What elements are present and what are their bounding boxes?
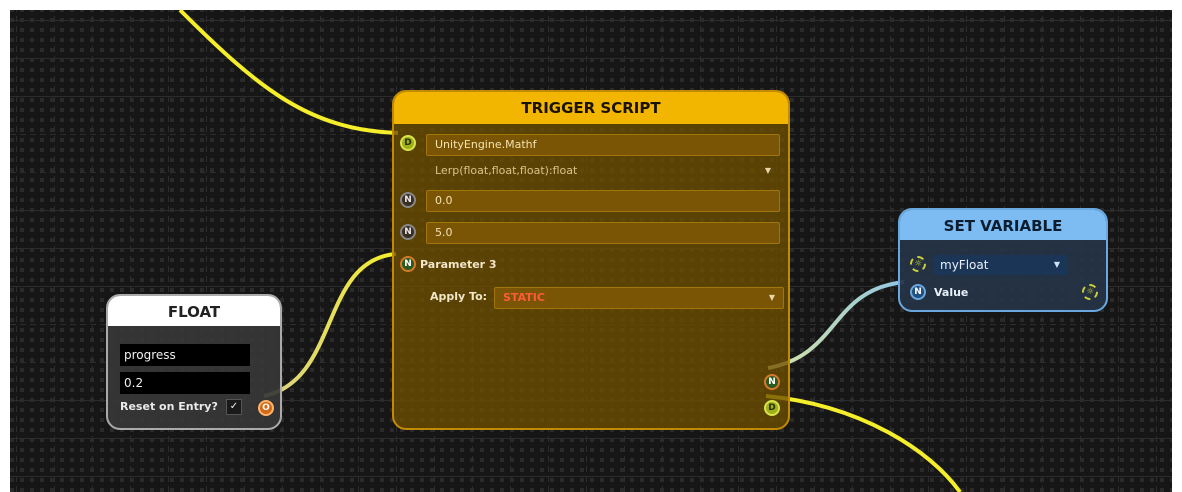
value-in-socket[interactable]: N bbox=[910, 284, 926, 300]
param2-socket[interactable]: N bbox=[400, 224, 416, 240]
gear-icon[interactable]: ☼ bbox=[910, 256, 926, 272]
value-label: Value bbox=[934, 286, 969, 299]
chevron-down-icon: ▼ bbox=[764, 166, 771, 175]
wire-exec-in bbox=[178, 10, 399, 135]
wire-float-to-param3 bbox=[263, 252, 397, 398]
reset-on-entry-checkbox[interactable]: ✓ bbox=[226, 399, 242, 415]
float-value-field[interactable]: 0.2 bbox=[120, 372, 250, 394]
apply-to-dropdown[interactable]: STATIC ▼ bbox=[494, 287, 784, 309]
param1-field[interactable]: 0.0 bbox=[426, 190, 780, 212]
float-out-socket[interactable]: O bbox=[258, 400, 274, 416]
param2-field[interactable]: 5.0 bbox=[426, 222, 780, 244]
apply-to-value: STATIC bbox=[503, 291, 545, 304]
reset-on-entry-label: Reset on Entry? bbox=[120, 400, 218, 413]
method-dropdown[interactable]: Lerp(float,float,float):float ▼ bbox=[426, 160, 780, 182]
set-variable-node[interactable]: SET VARIABLE ☼ myFloat ▼ ☼ N Value bbox=[898, 208, 1108, 312]
chevron-down-icon: ▼ bbox=[768, 293, 775, 302]
exec-in-socket[interactable]: D bbox=[400, 135, 416, 151]
float-title: FLOAT bbox=[108, 296, 280, 326]
param3-label: Parameter 3 bbox=[420, 258, 497, 271]
float-name-field[interactable]: progress bbox=[120, 344, 250, 366]
param1-socket[interactable]: N bbox=[400, 192, 416, 208]
variable-value: myFloat bbox=[940, 258, 989, 272]
float-node[interactable]: FLOAT progress 0.2 Reset on Entry? ✓ O bbox=[106, 294, 282, 430]
method-value: Lerp(float,float,float):float bbox=[435, 164, 578, 177]
apply-to-label: Apply To: bbox=[430, 290, 488, 303]
variable-dropdown[interactable]: myFloat ▼ bbox=[934, 255, 1068, 275]
trigger-script-node[interactable]: TRIGGER SCRIPT D UnityEngine.Mathf Lerp(… bbox=[392, 90, 790, 430]
trigger-title: TRIGGER SCRIPT bbox=[394, 92, 788, 124]
param3-socket[interactable]: N bbox=[400, 256, 416, 272]
result-out-socket[interactable]: N bbox=[764, 374, 780, 390]
graph-canvas[interactable]: TRIGGER SCRIPT D UnityEngine.Mathf Lerp(… bbox=[10, 10, 1172, 492]
wire-exec-out bbox=[765, 394, 962, 492]
chevron-down-icon: ▼ bbox=[1053, 260, 1060, 269]
class-name-field[interactable]: UnityEngine.Mathf bbox=[426, 134, 780, 156]
gear-icon[interactable]: ☼ bbox=[1082, 284, 1098, 300]
setvar-title: SET VARIABLE bbox=[900, 210, 1106, 240]
exec-out-socket[interactable]: D bbox=[764, 400, 780, 416]
